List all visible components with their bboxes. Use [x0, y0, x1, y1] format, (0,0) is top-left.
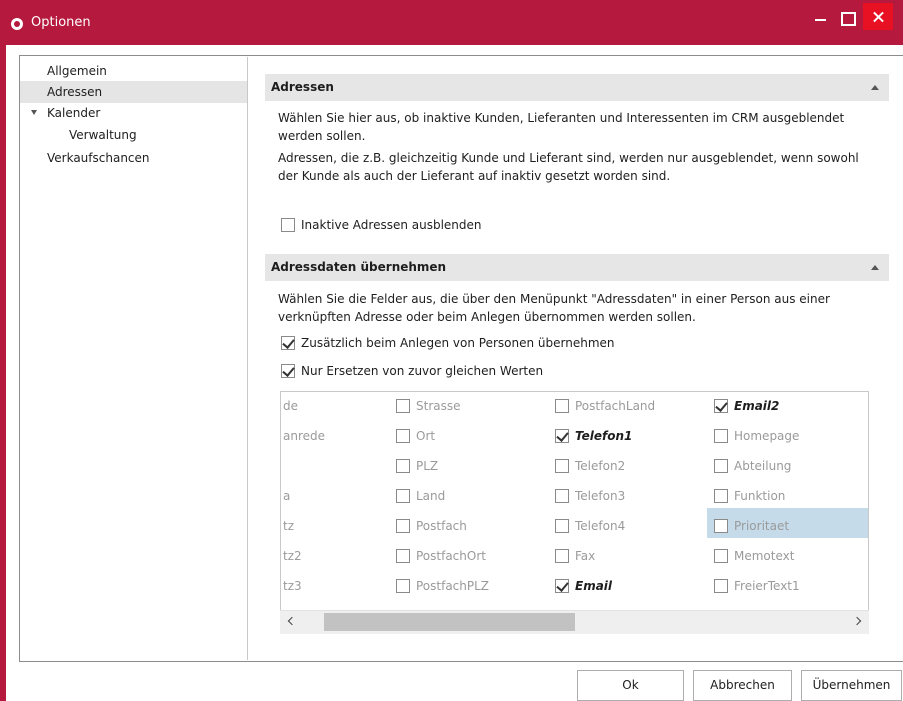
field-label[interactable]: Prioritaet	[734, 518, 789, 534]
field-label[interactable]: Fax	[575, 548, 595, 564]
ok-button[interactable]: Ok	[577, 670, 684, 701]
field-label[interactable]: FreierText1	[734, 578, 800, 594]
field-label[interactable]: PLZ	[416, 458, 438, 474]
replace-equal-label[interactable]: Nur Ersetzen von zuvor gleichen Werten	[301, 363, 543, 379]
clipped-field-label: anrede	[283, 429, 326, 443]
field-checkbox[interactable]	[396, 459, 410, 473]
field-checkbox[interactable]	[396, 549, 410, 563]
nav-item-allgemein[interactable]: Allgemein	[20, 60, 247, 82]
field-label[interactable]: PostfachOrt	[416, 548, 486, 564]
field-checkbox[interactable]	[396, 429, 410, 443]
section-header-adressen[interactable]: Adressen	[265, 74, 889, 101]
field-label[interactable]: Land	[416, 488, 445, 504]
field-checkbox[interactable]	[396, 519, 410, 533]
field-checkbox[interactable]	[555, 579, 569, 593]
nav-item-label: Verkaufschancen	[47, 151, 150, 165]
field-checkbox[interactable]	[714, 489, 728, 503]
field-label[interactable]: Postfach	[416, 518, 467, 534]
nav-item-label: Allgemein	[47, 64, 107, 78]
field-label[interactable]: Strasse	[416, 398, 461, 414]
field-checkbox[interactable]	[714, 429, 728, 443]
field-label[interactable]: Homepage	[734, 428, 799, 444]
field-checkbox[interactable]	[714, 459, 728, 473]
app-icon	[11, 18, 23, 30]
field-label[interactable]: PostfachPLZ	[416, 578, 489, 594]
field-label[interactable]: Memotext	[734, 548, 794, 564]
nav-item-kalender[interactable]: Kalender	[20, 102, 247, 124]
scroll-left-icon[interactable]	[287, 616, 297, 626]
maximize-button[interactable]	[838, 8, 856, 28]
adressen-note: Adressen, die z.B. gleichzeitig Kunde un…	[278, 151, 859, 183]
field-checkbox[interactable]	[396, 399, 410, 413]
field-label[interactable]: Telefon1	[575, 428, 632, 444]
hide-inactive-checkbox[interactable]	[281, 218, 295, 232]
replace-equal-checkbox[interactable]	[281, 364, 295, 378]
field-checkbox[interactable]	[714, 519, 728, 533]
nav-item-verkaufschancen[interactable]: Verkaufschancen	[20, 147, 247, 169]
field-checkbox[interactable]	[714, 549, 728, 563]
field-label[interactable]: Abteilung	[734, 458, 791, 474]
scroll-right-icon[interactable]	[852, 616, 862, 626]
on-create-checkbox[interactable]	[281, 336, 295, 350]
adressdaten-description: Wählen Sie die Felder aus, die über den …	[278, 292, 830, 324]
section-title: Adressdaten übernehmen	[271, 260, 447, 274]
field-label[interactable]: Telefon2	[575, 458, 625, 474]
minimize-button[interactable]	[812, 8, 830, 28]
collapse-icon[interactable]	[871, 85, 879, 90]
field-checkbox[interactable]	[555, 399, 569, 413]
nav-item-adressen[interactable]: Adressen	[20, 81, 247, 103]
field-checkbox[interactable]	[714, 579, 728, 593]
clipped-field-label: tz3	[283, 579, 302, 593]
field-label[interactable]: PostfachLand	[575, 398, 655, 414]
close-button[interactable]	[863, 3, 893, 30]
options-nav-tree: Allgemein Adressen Kalender Verwaltung V…	[20, 57, 248, 660]
field-label[interactable]: Telefon3	[575, 488, 625, 504]
field-checkbox[interactable]	[396, 489, 410, 503]
title-bar: Optionen	[0, 0, 903, 45]
field-label[interactable]: Funktion	[734, 488, 785, 504]
clipped-field-label: de	[283, 399, 298, 413]
field-checkbox[interactable]	[555, 549, 569, 563]
horizontal-scrollbar[interactable]	[280, 610, 869, 634]
clipped-field-label: tz2	[283, 549, 302, 563]
field-label[interactable]: Email	[575, 578, 612, 594]
field-checkbox[interactable]	[396, 579, 410, 593]
nav-item-label: Kalender	[47, 106, 101, 120]
field-checkbox[interactable]	[555, 489, 569, 503]
field-label[interactable]: Telefon4	[575, 518, 625, 534]
section-header-adressdaten[interactable]: Adressdaten übernehmen	[265, 254, 889, 281]
clipped-field-label: a	[283, 489, 291, 503]
field-checkbox[interactable]	[714, 399, 728, 413]
field-label[interactable]: Ort	[416, 428, 435, 444]
nav-item-verwaltung[interactable]: Verwaltung	[20, 124, 247, 146]
cancel-button[interactable]: Abbrechen	[693, 670, 792, 701]
scrollbar-thumb[interactable]	[324, 613, 575, 631]
nav-item-label: Adressen	[47, 85, 103, 99]
collapse-icon[interactable]	[871, 265, 879, 270]
field-checkbox[interactable]	[555, 459, 569, 473]
nav-item-label: Verwaltung	[69, 128, 137, 142]
expand-arrow-icon[interactable]	[31, 110, 37, 115]
adressen-description: Wählen Sie hier aus, ob inaktive Kunden,…	[278, 111, 845, 143]
window-border	[0, 45, 6, 701]
apply-button[interactable]: Übernehmen	[801, 670, 902, 701]
field-checkbox[interactable]	[555, 429, 569, 443]
field-label[interactable]: Email2	[734, 398, 779, 414]
section-title: Adressen	[271, 80, 334, 94]
field-checkbox[interactable]	[555, 519, 569, 533]
on-create-label[interactable]: Zusätzlich beim Anlegen von Personen übe…	[301, 335, 615, 351]
hide-inactive-label[interactable]: Inaktive Adressen ausblenden	[301, 217, 482, 233]
window-title: Optionen	[31, 15, 91, 30]
clipped-field-label: tz	[283, 519, 295, 533]
